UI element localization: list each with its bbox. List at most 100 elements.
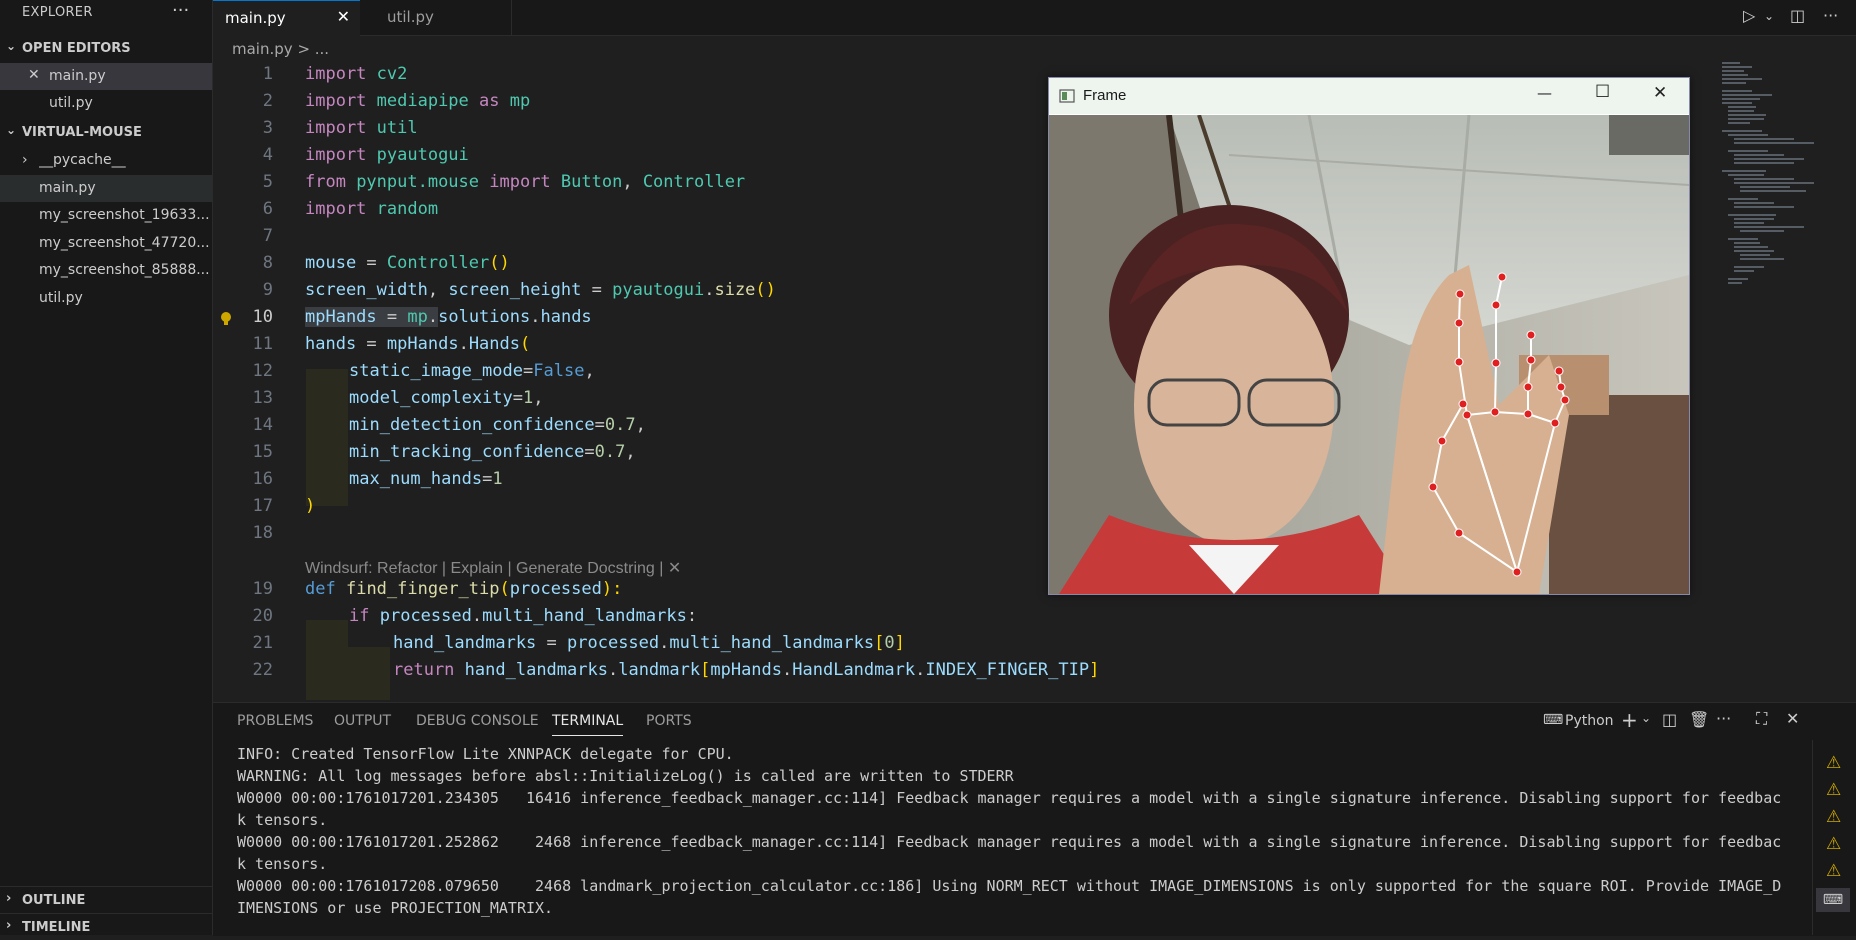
line-number: 4 [262, 145, 273, 165]
line-number: 5 [262, 172, 273, 192]
window-app-icon [1059, 89, 1075, 103]
open-editors-label: OPEN EDITORS [22, 41, 131, 56]
terminal-line: W0000 00:00:1761017208.079650 2468 landm… [237, 877, 1782, 895]
minimize-icon[interactable]: — [1537, 84, 1552, 102]
line-number: 14 [252, 415, 273, 435]
code-line: 20 if processed.multi_hand_landmarks: [213, 606, 1713, 633]
warning-icon[interactable]: ⚠ [1826, 753, 1844, 773]
line-number: 9 [262, 280, 273, 300]
line-number: 8 [262, 253, 273, 273]
terminal-instance-icon[interactable]: ⌨ [1816, 888, 1850, 912]
terminal-profile[interactable]: Python [1565, 713, 1614, 729]
frame-titlebar[interactable]: Frame — ☐ ✕ [1049, 78, 1689, 114]
trash-icon[interactable]: 🗑 [1689, 710, 1709, 729]
terminal-icon: ⌨ [1543, 712, 1564, 728]
tab-util-py[interactable]: util.py [361, 0, 512, 35]
tab-main-py[interactable]: main.py ✕ [213, 0, 360, 36]
line-number: 6 [262, 199, 273, 219]
terminal-line: W0000 00:00:1761017201.234305 16416 infe… [237, 789, 1782, 807]
close-icon[interactable]: ✕ [28, 67, 40, 83]
line-number: 11 [252, 334, 273, 354]
open-editor-main[interactable]: ✕ main.py [0, 63, 212, 90]
folder-label: __pycache__ [39, 152, 126, 168]
terminal-line: k tensors. [237, 811, 328, 829]
chevron-down-icon[interactable]: ⌄ [1764, 9, 1774, 23]
project-header[interactable]: ⌄ VIRTUAL-MOUSE [0, 121, 212, 145]
open-editors-header[interactable]: ⌄ OPEN EDITORS [0, 37, 212, 61]
line-number: 12 [252, 361, 273, 381]
explorer-sidebar: EXPLORER ··· ⌄ OPEN EDITORS ✕ main.py ut… [0, 0, 213, 935]
tab-label: main.py [225, 9, 286, 27]
file-label: my_screenshot_85888... [39, 262, 209, 278]
run-icon[interactable]: ▷ [1743, 6, 1755, 25]
close-panel-icon[interactable]: ✕ [1786, 709, 1799, 728]
terminal-line: INFO: Created TensorFlow Lite XNNPACK de… [237, 745, 734, 763]
code-line: 22 return hand_landmarks.landmark[mpHands… [213, 660, 1713, 687]
chevron-right-icon: › [6, 918, 12, 933]
line-number: 13 [252, 388, 273, 408]
file-label: util.py [39, 290, 83, 306]
breadcrumb-sep[interactable]: > ... [297, 40, 329, 58]
tab-problems[interactable]: PROBLEMS [237, 713, 313, 729]
editor-tab-bar: main.py ✕ util.py ▷ ⌄ ◫ ··· [213, 0, 1856, 36]
maximize-panel-icon[interactable]: ⛶ [1756, 709, 1767, 729]
breadcrumb: main.py > ... [232, 40, 329, 58]
add-terminal-icon[interactable]: + [1621, 708, 1638, 732]
line-number: 16 [252, 469, 273, 489]
timeline-header[interactable]: › TIMELINE [0, 913, 212, 940]
file-screenshot-3[interactable]: my_screenshot_85888... [0, 257, 212, 284]
tab-ports[interactable]: PORTS [646, 713, 692, 729]
open-editor-label: main.py [49, 68, 106, 84]
line-number: 18 [252, 523, 273, 543]
tab-terminal[interactable]: TERMINAL [552, 713, 624, 736]
file-label: my_screenshot_47720... [39, 235, 209, 251]
codelens-actions[interactable]: Windsurf: Refactor | Explain | Generate … [305, 558, 681, 578]
breadcrumb-file[interactable]: main.py [232, 40, 293, 58]
close-icon[interactable]: ✕ [337, 7, 350, 26]
chevron-down-icon[interactable]: ⌄ [1641, 711, 1651, 725]
maximize-icon[interactable]: ☐ [1595, 82, 1610, 102]
warning-icon[interactable]: ⚠ [1826, 807, 1844, 827]
more-actions-icon[interactable]: ··· [1716, 709, 1731, 728]
tab-label: util.py [387, 8, 434, 26]
minimap[interactable] [1720, 60, 1820, 290]
tab-output[interactable]: OUTPUT [334, 713, 391, 729]
tab-debug-console[interactable]: DEBUG CONSOLE [416, 713, 539, 729]
open-editor-util[interactable]: util.py [0, 90, 212, 117]
line-number: 17 [252, 496, 273, 516]
close-icon[interactable]: ✕ [1653, 83, 1667, 103]
line-number: 1 [262, 64, 273, 84]
line-number: 22 [252, 660, 273, 680]
split-editor-icon[interactable]: ◫ [1790, 6, 1805, 25]
split-terminal-icon[interactable]: ◫ [1662, 710, 1677, 729]
open-editor-label: util.py [49, 95, 93, 111]
line-number: 15 [252, 442, 273, 462]
line-number: 20 [252, 606, 273, 626]
outline-header[interactable]: › OUTLINE [0, 886, 212, 913]
bottom-panel: PROBLEMS OUTPUT DEBUG CONSOLE TERMINAL P… [213, 702, 1856, 936]
more-actions-icon[interactable]: ··· [1823, 6, 1838, 25]
file-screenshot-2[interactable]: my_screenshot_47720... [0, 230, 212, 257]
warning-icon[interactable]: ⚠ [1826, 834, 1844, 854]
code-line: 21 hand_landmarks = processed.multi_hand_… [213, 633, 1713, 660]
file-main-py[interactable]: main.py [0, 175, 212, 202]
file-util-py[interactable]: util.py [0, 285, 212, 312]
line-number: 7 [262, 226, 273, 246]
file-label: my_screenshot_19633... [39, 207, 209, 223]
more-actions-icon[interactable]: ··· [172, 0, 189, 21]
warning-icon[interactable]: ⚠ [1826, 861, 1844, 881]
chevron-right-icon: › [6, 891, 12, 906]
warning-icon[interactable]: ⚠ [1826, 780, 1844, 800]
file-screenshot-1[interactable]: my_screenshot_19633... [0, 202, 212, 229]
webcam-feed-image [1049, 115, 1689, 594]
outline-label: OUTLINE [22, 893, 86, 908]
timeline-label: TIMELINE [22, 920, 91, 935]
lightbulb-icon[interactable] [220, 311, 232, 327]
line-number: 2 [262, 91, 273, 111]
frame-title: Frame [1083, 87, 1127, 104]
frame-window[interactable]: Frame — ☐ ✕ [1048, 77, 1690, 595]
line-number: 19 [252, 579, 273, 599]
folder-pycache[interactable]: › __pycache__ [0, 147, 212, 174]
chevron-down-icon: ⌄ [6, 39, 17, 53]
terminal-line: k tensors. [237, 855, 328, 873]
